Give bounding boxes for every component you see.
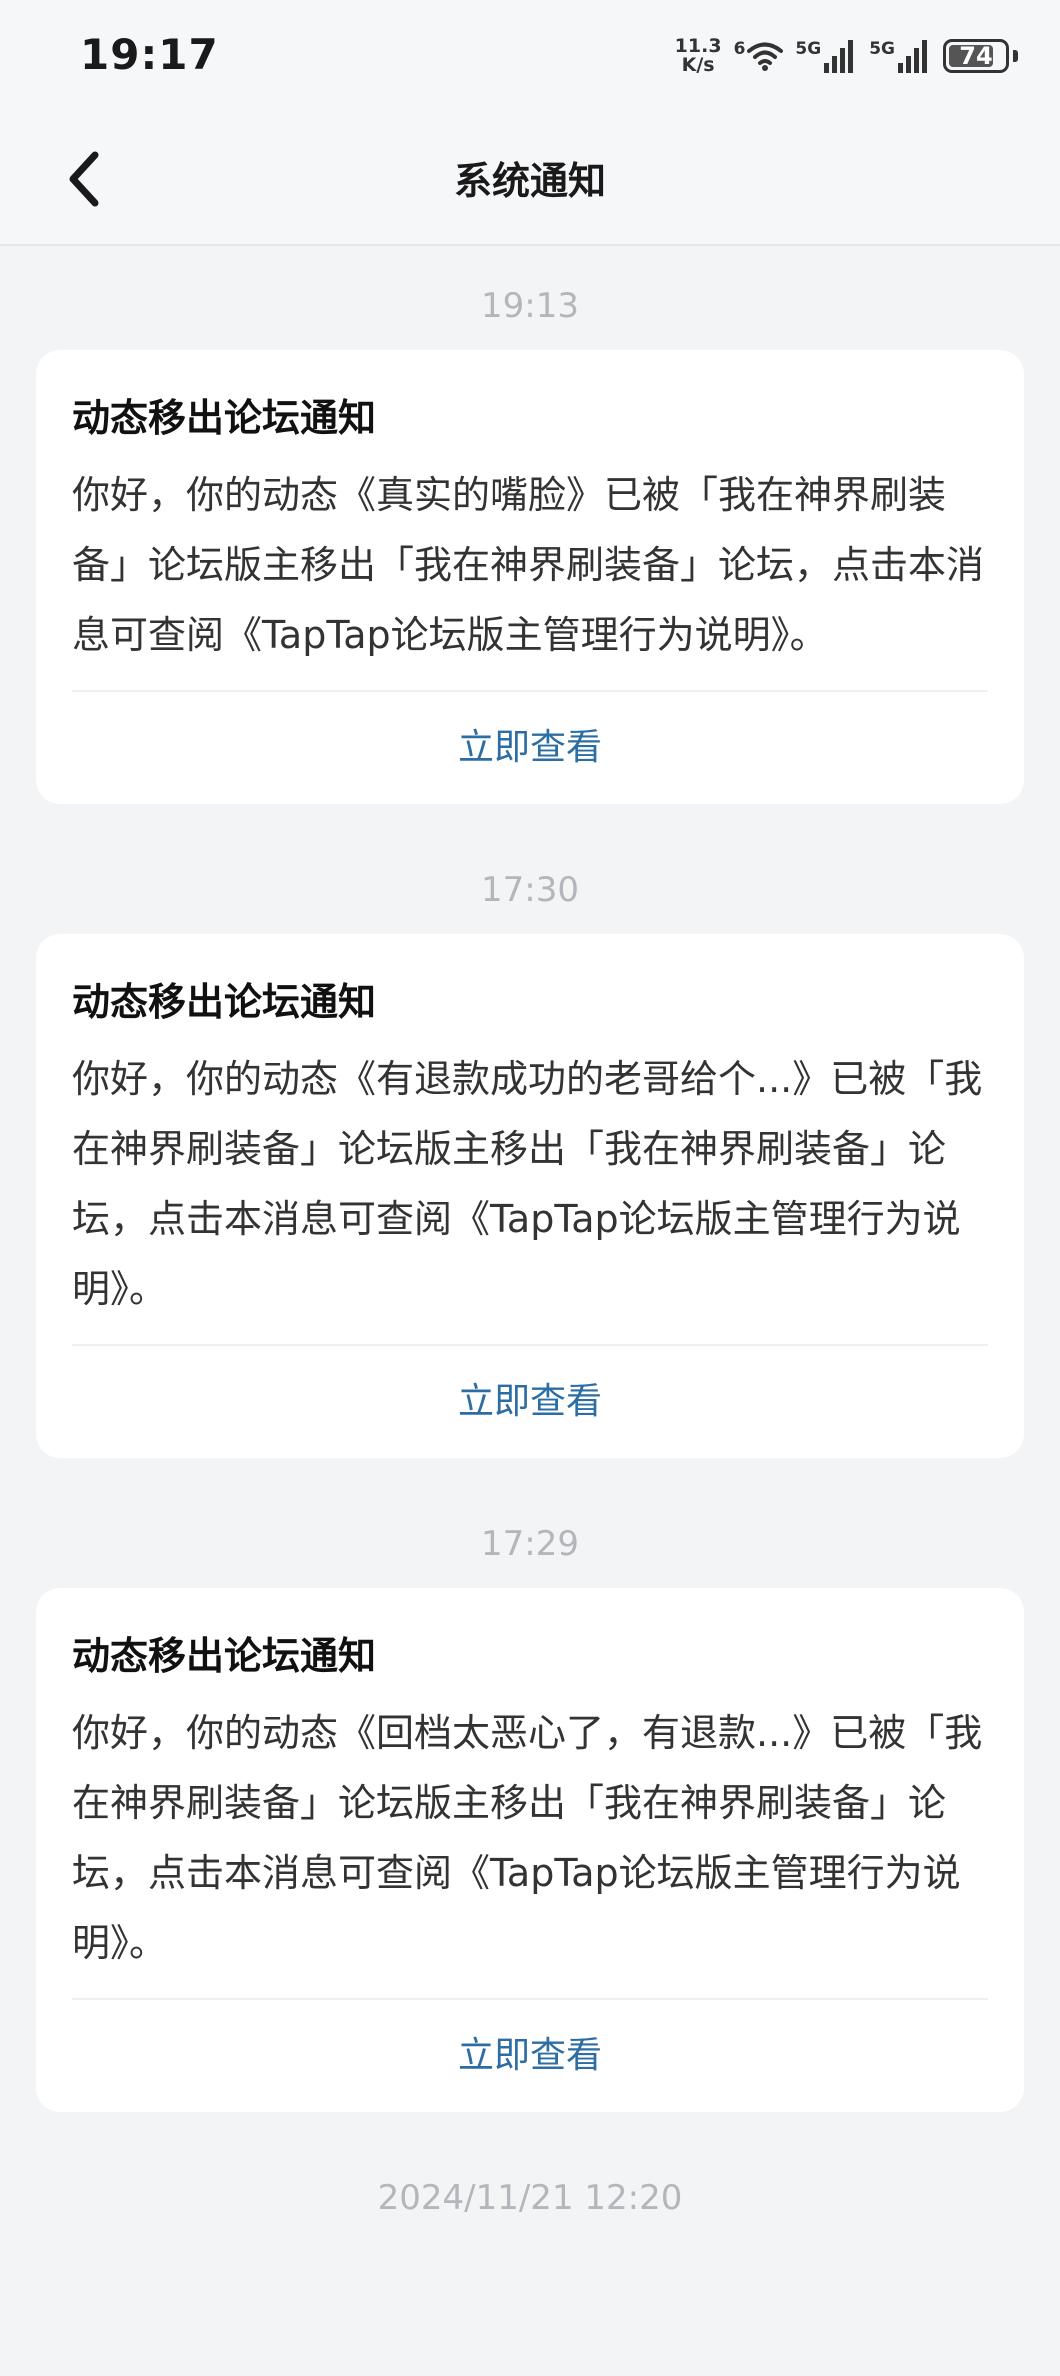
- network-speed: 11.3 K/s: [675, 37, 722, 75]
- view-now-button[interactable]: 立即查看: [72, 2000, 988, 2112]
- notification-card[interactable]: 动态移出论坛通知 你好，你的动态《真实的嘴脸》已被「我在神界刷装备」论坛版主移出…: [36, 350, 1024, 804]
- timestamp: 2024/11/21 12:20: [377, 2178, 683, 2218]
- notification-body: 你好，你的动态《回档太恶心了，有退款...》已被「我在神界刷装备」论坛版主移出「…: [72, 1698, 988, 2000]
- back-button[interactable]: [50, 144, 120, 214]
- status-bar: 19:17 11.3 K/s 6 5G 5G 74: [0, 0, 1060, 118]
- wifi-badge: 6: [733, 39, 746, 59]
- notification-card[interactable]: 动态移出论坛通知 你好，你的动态《有退款成功的老哥给个...》已被「我在神界刷装…: [36, 934, 1024, 1458]
- notification-feed: 19:13 动态移出论坛通知 你好，你的动态《真实的嘴脸》已被「我在神界刷装备」…: [0, 246, 1060, 2228]
- view-now-button[interactable]: 立即查看: [72, 1346, 988, 1458]
- notification-body: 你好，你的动态《真实的嘴脸》已被「我在神界刷装备」论坛版主移出「我在神界刷装备」…: [72, 460, 988, 692]
- battery-level: 74: [959, 42, 993, 70]
- notification-title: 动态移出论坛通知: [72, 1634, 377, 1678]
- timestamp: 17:30: [481, 870, 579, 910]
- sim2-label: 5G: [869, 39, 895, 59]
- status-icons: 11.3 K/s 6 5G 5G 74: [675, 30, 1018, 82]
- battery-icon: 74: [943, 39, 1009, 73]
- notification-title: 动态移出论坛通知: [72, 396, 377, 440]
- timestamp: 19:13: [481, 286, 579, 326]
- timestamp: 17:29: [481, 1524, 579, 1564]
- wifi-icon: [747, 42, 784, 71]
- signal-bars-icon: [898, 40, 927, 73]
- sim1-signal: 5G: [795, 39, 857, 73]
- notification-card[interactable]: 动态移出论坛通知 你好，你的动态《回档太恶心了，有退款...》已被「我在神界刷装…: [36, 1588, 1024, 2112]
- view-now-button[interactable]: 立即查看: [72, 692, 988, 804]
- notification-body: 你好，你的动态《有退款成功的老哥给个...》已被「我在神界刷装备」论坛版主移出「…: [72, 1044, 988, 1346]
- network-speed-unit: K/s: [681, 54, 715, 76]
- navigation-bar: 系统通知: [0, 118, 1060, 246]
- battery-status: 74: [943, 39, 1018, 73]
- sim1-label: 5G: [795, 39, 822, 59]
- wifi-status: 6: [733, 39, 784, 72]
- status-time: 19:17: [80, 30, 219, 79]
- chevron-left-icon: [69, 151, 99, 207]
- notification-title: 动态移出论坛通知: [72, 980, 377, 1024]
- signal-bars-icon: [824, 40, 854, 73]
- page-title: 系统通知: [453, 159, 606, 203]
- sim2-signal: 5G: [869, 39, 931, 73]
